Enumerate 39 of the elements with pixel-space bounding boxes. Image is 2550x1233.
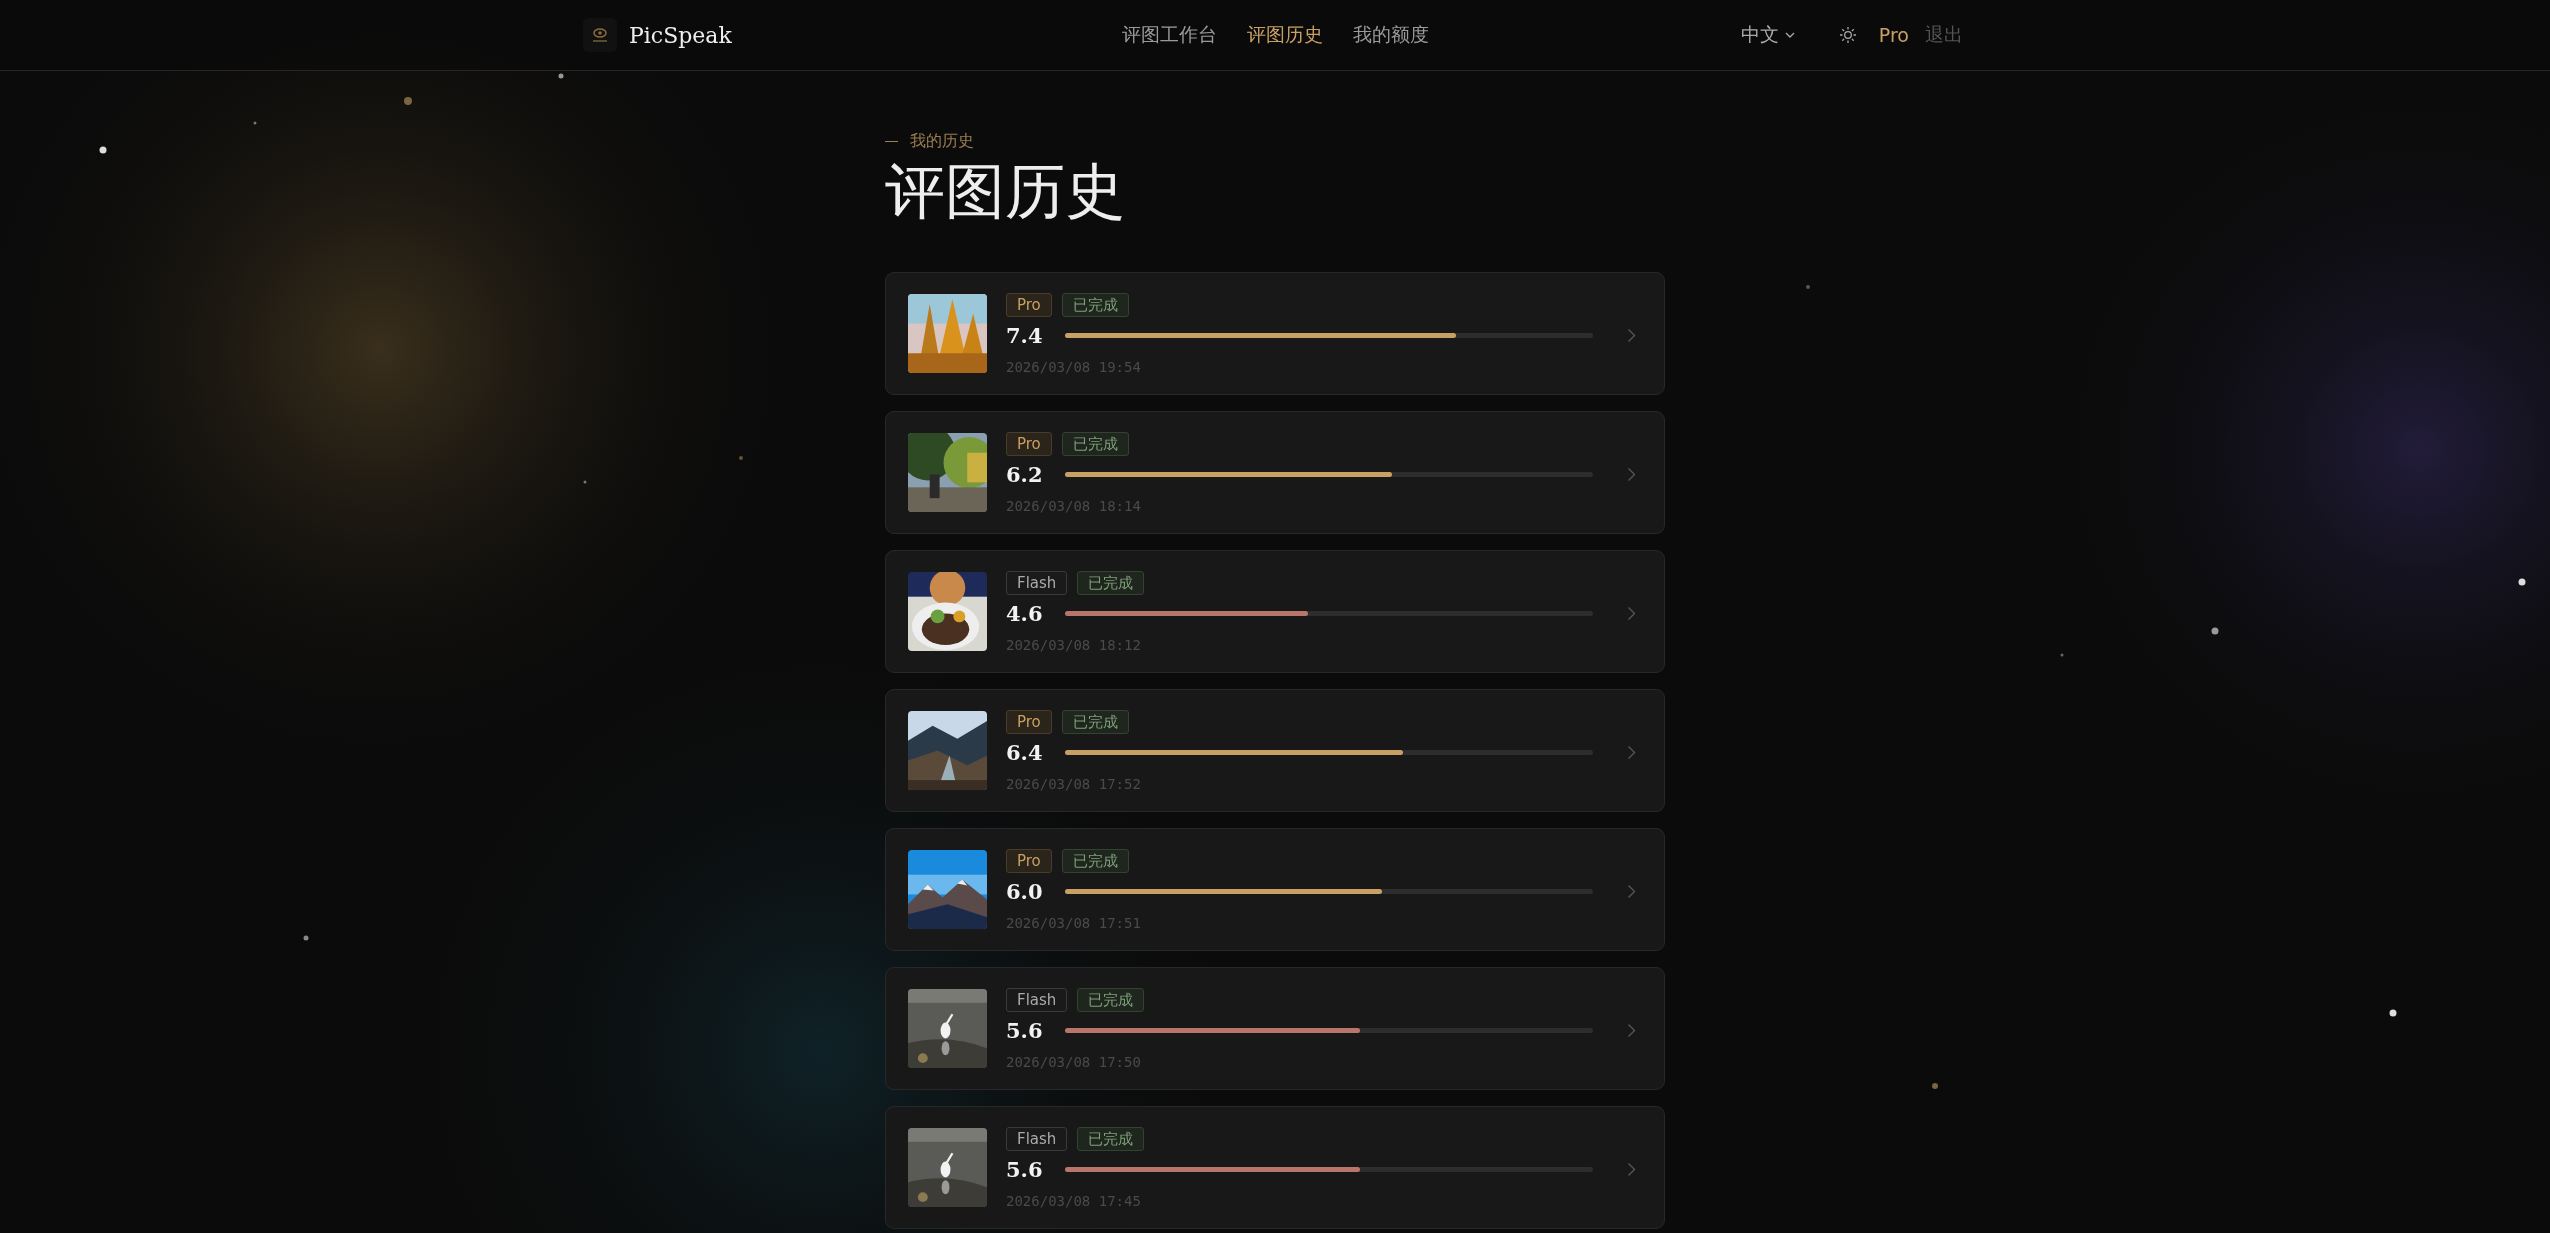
- chevron-right-icon: [1627, 328, 1636, 343]
- status-tag: 已完成: [1061, 431, 1129, 456]
- score: 6.4: [1006, 739, 1043, 766]
- chevron-right-icon: [1627, 745, 1636, 760]
- status-tag: 已完成: [1077, 570, 1145, 595]
- model-tag: Pro: [1006, 709, 1052, 734]
- model-tag: Pro: [1006, 848, 1052, 873]
- model-tag: Flash: [1006, 570, 1068, 595]
- logo-icon[interactable]: [583, 18, 617, 52]
- score: 7.4: [1006, 322, 1043, 349]
- nav-link[interactable]: 我的额度: [1352, 22, 1429, 48]
- status-tag: 已完成: [1061, 292, 1129, 317]
- chevron-right-icon: [1627, 1023, 1636, 1038]
- chevron-right-icon: [1627, 884, 1636, 899]
- chevron-right-icon: [1627, 1162, 1636, 1177]
- chevron-down-icon: [1784, 31, 1795, 39]
- chevron-right-icon: [1627, 606, 1636, 621]
- brand-name[interactable]: PicSpeak: [629, 22, 732, 48]
- score: 5.6: [1006, 1156, 1043, 1183]
- section-label: 我的历史: [910, 131, 974, 152]
- score: 5.6: [1006, 1017, 1043, 1044]
- nav-link[interactable]: 评图历史: [1246, 22, 1323, 48]
- score: 6.0: [1006, 878, 1043, 905]
- model-tag: Flash: [1006, 1126, 1068, 1151]
- model-tag: Flash: [1006, 987, 1068, 1012]
- score: 4.6: [1006, 600, 1043, 627]
- status-tag: 已完成: [1077, 987, 1145, 1012]
- model-tag: Pro: [1006, 431, 1052, 456]
- plan-label: Pro: [1878, 24, 1909, 46]
- status-tag: 已完成: [1077, 1126, 1145, 1151]
- score: 6.2: [1006, 461, 1043, 488]
- nav-link[interactable]: 评图工作台: [1121, 22, 1217, 48]
- status-tag: 已完成: [1061, 709, 1129, 734]
- model-tag: Pro: [1006, 292, 1052, 317]
- language-dropdown[interactable]: 中文: [1740, 22, 1795, 48]
- page-title: 评图历史: [885, 158, 1126, 224]
- sun-icon[interactable]: [1838, 26, 1857, 44]
- status-tag: 已完成: [1061, 848, 1129, 873]
- chevron-right-icon: [1627, 467, 1636, 482]
